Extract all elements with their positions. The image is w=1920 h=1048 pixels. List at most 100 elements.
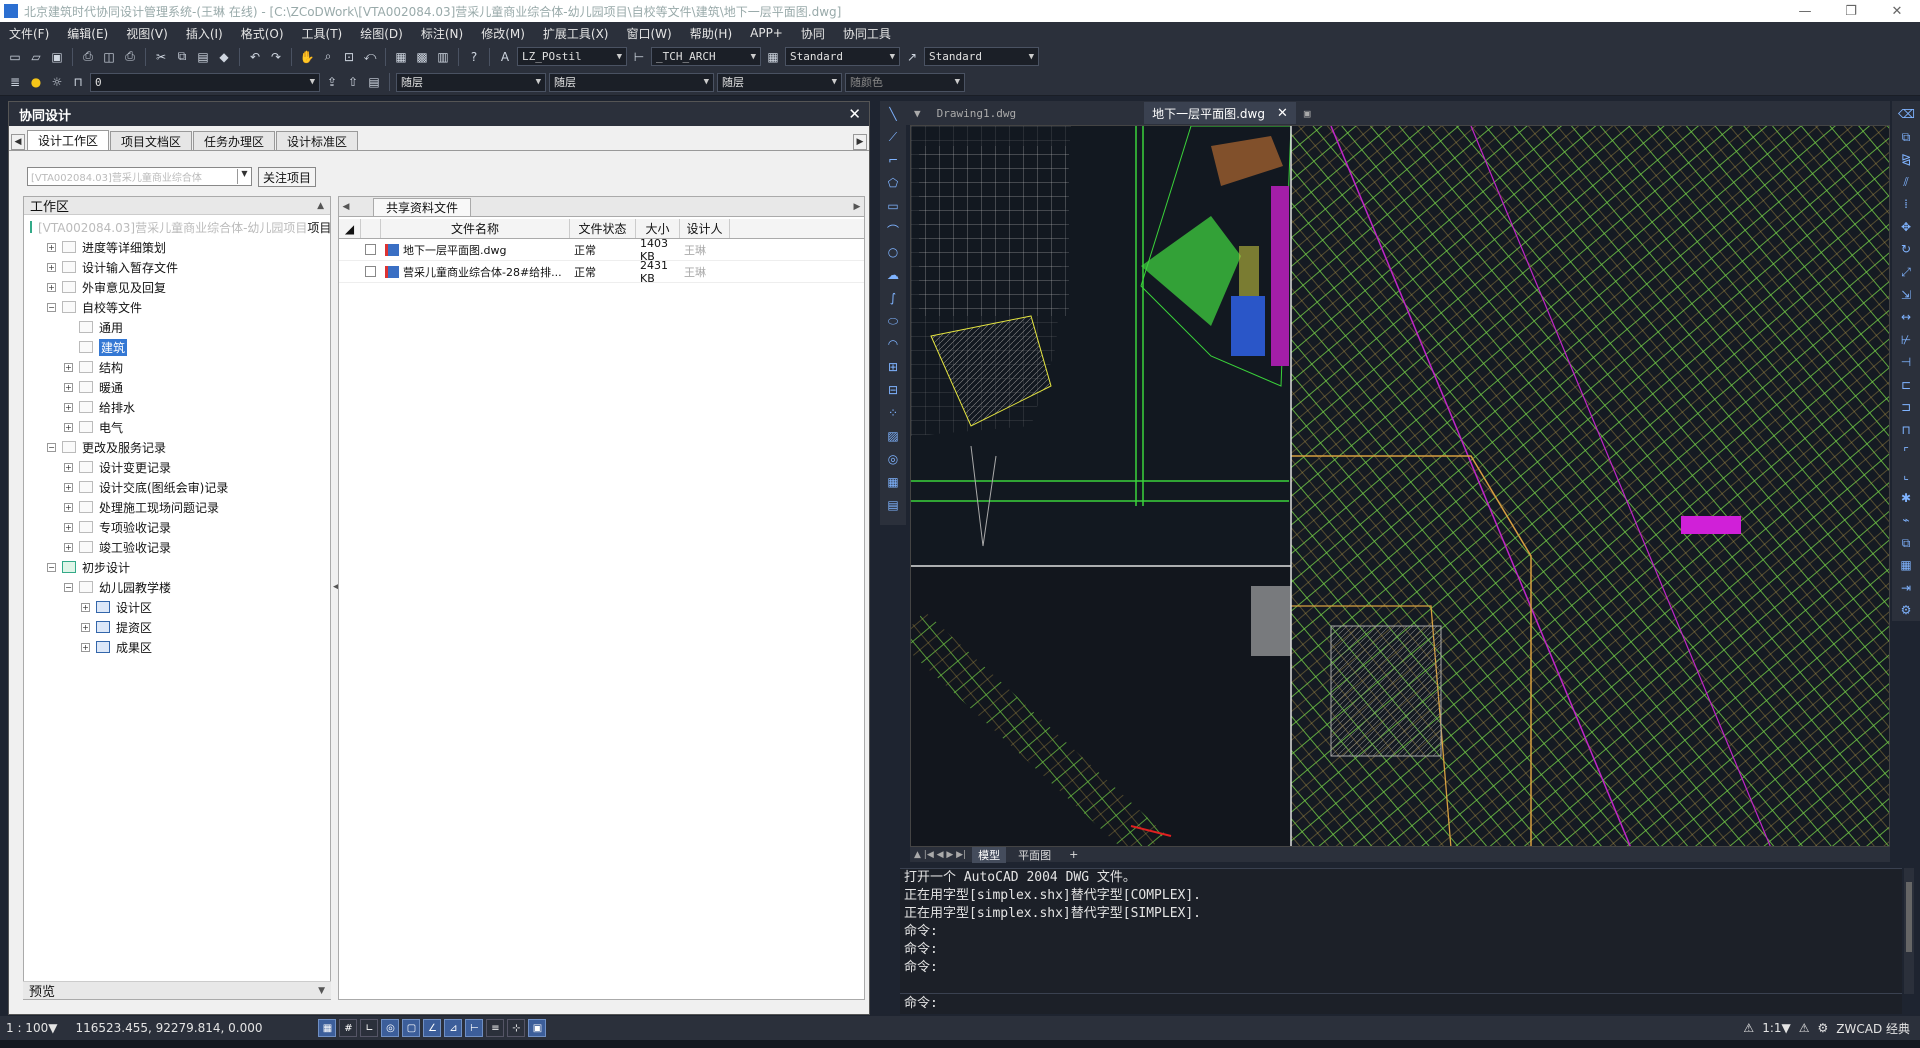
- collapse-icon[interactable]: −: [64, 582, 73, 592]
- menu-collab[interactable]: 协同: [792, 25, 834, 42]
- tab-project-docs[interactable]: 项目文档区: [110, 131, 193, 150]
- annotation-visibility-icon[interactable]: ⚠: [1743, 1021, 1754, 1035]
- layout-tab-plan[interactable]: 平面图: [1012, 847, 1057, 863]
- auto-scale-icon[interactable]: ⚠: [1799, 1021, 1810, 1035]
- layer-state-icon[interactable]: ▤: [365, 73, 383, 91]
- break-point-icon[interactable]: ⊏: [1898, 378, 1914, 396]
- maximize-button[interactable]: ❐: [1828, 4, 1874, 19]
- layer-manager-icon[interactable]: ≣: [6, 73, 24, 91]
- copy-icon[interactable]: ⧉: [173, 48, 191, 66]
- expand-icon[interactable]: +: [64, 462, 73, 472]
- revcloud-icon[interactable]: ☁: [885, 268, 901, 286]
- circle-icon[interactable]: ○: [885, 245, 901, 263]
- row-checkbox[interactable]: [361, 266, 381, 277]
- break-icon[interactable]: ⊐: [1898, 400, 1914, 418]
- layout-tab-model[interactable]: 模型: [972, 846, 1007, 863]
- draw-order-icon[interactable]: ⧉: [1898, 536, 1914, 554]
- scroll-thumb[interactable]: [1906, 882, 1912, 952]
- tree-node[interactable]: + 设计变更记录: [24, 457, 330, 477]
- tree-node[interactable]: + 成果区: [24, 637, 330, 657]
- expand-icon[interactable]: +: [64, 502, 73, 512]
- menu-insert[interactable]: 插入(I): [177, 25, 232, 42]
- menu-collab-tools[interactable]: 协同工具: [834, 25, 900, 42]
- transparency-icon[interactable]: ⊹: [507, 1019, 526, 1037]
- make-block-icon[interactable]: ⊟: [885, 383, 901, 401]
- expand-icon[interactable]: +: [64, 542, 73, 552]
- close-tab-icon[interactable]: ✕: [1277, 106, 1288, 121]
- pan-icon[interactable]: ✋: [298, 48, 316, 66]
- row-checkbox[interactable]: [361, 244, 381, 255]
- hatch-icon[interactable]: ▨: [885, 429, 901, 447]
- project-select[interactable]: [VTA002084.03]营采儿童商业综合体 ▼: [27, 167, 252, 186]
- drawing-canvas[interactable]: [910, 125, 1890, 847]
- expand-icon[interactable]: +: [81, 602, 90, 612]
- polyline-icon[interactable]: ⌐: [885, 153, 901, 171]
- doc-tab-list-icon[interactable]: ▼: [906, 102, 929, 124]
- tab-shared-files[interactable]: 共享资料文件: [373, 198, 472, 216]
- tree-node[interactable]: + 提资区: [24, 617, 330, 637]
- tree-node[interactable]: + 设计区: [24, 597, 330, 617]
- menu-format[interactable]: 格式(O): [232, 25, 293, 42]
- annotation-scale[interactable]: 1:1▼: [1762, 1021, 1791, 1035]
- file-row[interactable]: 营采儿童商业综合体-28#给排... 正常 2431 KB 王琳: [339, 259, 864, 285]
- doc-tab-drawing1[interactable]: Drawing1.dwg: [929, 102, 1024, 124]
- linetype-select[interactable]: 随层 ▼: [549, 72, 714, 92]
- menu-tools[interactable]: 工具(T): [293, 25, 352, 42]
- column-header-status[interactable]: 文件状态: [570, 219, 636, 238]
- layout-first-icon[interactable]: ▲ |◀ ◀ ▶ ▶|: [914, 850, 966, 860]
- construction-line-icon[interactable]: ⟋: [885, 130, 901, 148]
- ellipse-arc-icon[interactable]: ◠: [885, 337, 901, 355]
- tree-node[interactable]: − 更改及服务记录: [24, 437, 330, 457]
- help-icon[interactable]: ?: [465, 48, 483, 66]
- tree-node[interactable]: − 自校等文件: [24, 297, 330, 317]
- column-header-designer[interactable]: 设计人: [680, 219, 730, 238]
- expand-icon[interactable]: +: [64, 362, 73, 372]
- rectangle-icon[interactable]: ▭: [885, 199, 901, 217]
- design-center-icon[interactable]: ▩: [413, 48, 431, 66]
- paste-icon[interactable]: ▤: [194, 48, 212, 66]
- dim-style-select[interactable]: _TCH_ARCH ▼: [651, 47, 761, 66]
- tree-node[interactable]: + 进度等详细策划: [24, 237, 330, 257]
- panel-close-icon[interactable]: ✕: [848, 105, 861, 123]
- osnap-icon[interactable]: ▢: [402, 1019, 421, 1037]
- redo-icon[interactable]: ↷: [267, 48, 285, 66]
- expand-icon[interactable]: +: [81, 622, 90, 632]
- stretch-icon[interactable]: ⇲: [1898, 288, 1914, 306]
- tree-node[interactable]: + 专项验收记录: [24, 517, 330, 537]
- lengthen-icon[interactable]: ↔: [1898, 310, 1914, 328]
- match-properties-icon[interactable]: ◆: [215, 48, 233, 66]
- doc-tab-basement-plan[interactable]: 地下一层平面图.dwg ✕: [1144, 102, 1296, 124]
- follow-project-button[interactable]: 关注项目: [258, 167, 316, 187]
- workspace-gear-icon[interactable]: ⚙: [1818, 1021, 1829, 1035]
- edit-polyline-icon[interactable]: ⌁: [1898, 513, 1914, 531]
- tree-node[interactable]: + 暖通: [24, 377, 330, 397]
- multileader-style-select[interactable]: Standard ▼: [924, 47, 1039, 66]
- selection-cycling-icon[interactable]: ▣: [528, 1019, 547, 1037]
- menu-app[interactable]: APP+: [741, 26, 792, 40]
- erase-icon[interactable]: ⌫: [1898, 107, 1915, 125]
- tree-node[interactable]: + 结构: [24, 357, 330, 377]
- command-input[interactable]: 命令:: [900, 993, 1902, 1014]
- array-icon[interactable]: ⁞: [1898, 197, 1914, 215]
- polar-icon[interactable]: ◎: [381, 1019, 400, 1037]
- menu-draw[interactable]: 绘图(D): [351, 25, 412, 42]
- print-icon[interactable]: ⎙: [79, 48, 97, 66]
- join-icon[interactable]: ⊓: [1898, 423, 1914, 441]
- layout-tab-add[interactable]: +: [1063, 848, 1084, 861]
- tree-node[interactable]: 建筑: [24, 337, 330, 357]
- collapse-icon[interactable]: −: [47, 442, 56, 452]
- expand-icon[interactable]: +: [64, 482, 73, 492]
- new-tab-icon[interactable]: ▣: [1296, 102, 1319, 124]
- tree-node[interactable]: + 处理施工现场问题记录: [24, 497, 330, 517]
- expand-icon[interactable]: ▼: [318, 986, 325, 996]
- dynamic-input-icon[interactable]: ⊢: [465, 1019, 484, 1037]
- preview-header[interactable]: 预览 ▼: [23, 981, 331, 1000]
- menu-view[interactable]: 视图(V): [117, 25, 177, 42]
- cut-icon[interactable]: ✂: [152, 48, 170, 66]
- zoom-window-icon[interactable]: ⊡: [340, 48, 358, 66]
- layer-select[interactable]: 0 ▼: [90, 72, 320, 92]
- tree-node[interactable]: + 设计交底(图纸会审)记录: [24, 477, 330, 497]
- align-icon[interactable]: ⇥: [1898, 581, 1914, 599]
- polygon-icon[interactable]: ⬠: [885, 176, 901, 194]
- expand-icon[interactable]: +: [64, 382, 73, 392]
